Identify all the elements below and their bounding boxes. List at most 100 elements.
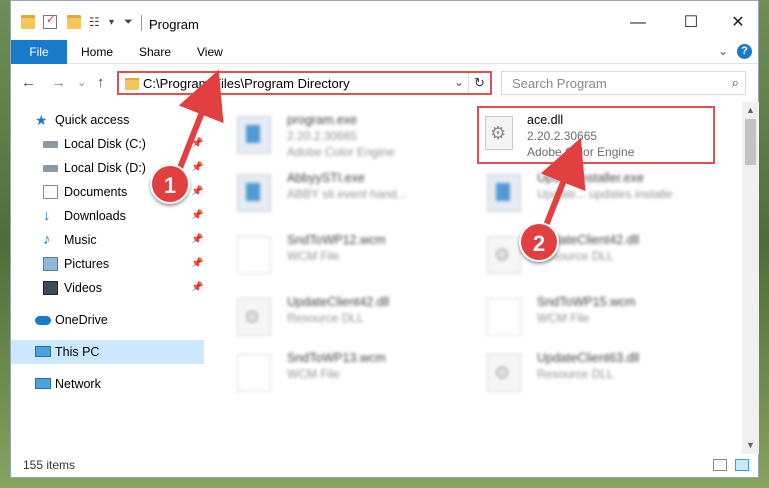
dll-gear-icon: ⚙ bbox=[237, 298, 271, 336]
file-name: AbbyySTI.exe bbox=[287, 171, 365, 185]
sidebar-item-label: Videos bbox=[64, 281, 102, 295]
sidebar-item-network[interactable]: Network bbox=[11, 372, 204, 396]
vertical-scrollbar[interactable]: ▲ ▼ bbox=[742, 102, 759, 454]
sidebar-item-videos[interactable]: Videos 📌 bbox=[11, 276, 204, 300]
sidebar-item-pictures[interactable]: Pictures 📌 bbox=[11, 252, 204, 276]
file-description: Adobe Color Engine bbox=[287, 145, 395, 159]
tab-home[interactable]: Home bbox=[81, 40, 113, 64]
help-icon[interactable]: ? bbox=[737, 44, 752, 59]
scroll-down-icon[interactable]: ▼ bbox=[742, 437, 759, 454]
file-item-ace-dll[interactable]: ⚙ ace.dll 2.20.2.30665 Adobe Color Engin… bbox=[477, 106, 715, 164]
pin-icon[interactable]: 📌 bbox=[191, 180, 203, 204]
sidebar-item-local-disk-c[interactable]: Local Disk (C:) 📌 bbox=[11, 132, 204, 156]
sidebar-item-downloads[interactable]: ↓ Downloads 📌 bbox=[11, 204, 204, 228]
file-name: SndToWP12.wcm bbox=[287, 233, 386, 247]
tab-view[interactable]: View bbox=[197, 40, 223, 64]
close-button[interactable]: ✕ bbox=[723, 11, 753, 35]
folder-icon bbox=[125, 78, 139, 90]
file-item[interactable]: SndToWP13.wcm WCM File bbox=[227, 344, 462, 400]
sidebar-item-label: Music bbox=[64, 233, 97, 247]
ribbon-tabs: File Home Share View ⌄ ? bbox=[11, 40, 758, 64]
chevron-down-icon[interactable]: ▾ bbox=[109, 17, 123, 31]
file-name: SndToWP13.wcm bbox=[287, 351, 386, 365]
forward-button[interactable]: → bbox=[51, 74, 66, 91]
status-bar: 155 items bbox=[11, 454, 758, 478]
up-button[interactable]: ↑ bbox=[97, 74, 105, 91]
file-name: SndToWP15.wcm bbox=[537, 295, 636, 309]
step-2-badge: 2 bbox=[519, 222, 559, 262]
sidebar-item-music[interactable]: ♪ Music 📌 bbox=[11, 228, 204, 252]
file-description: ABBY sti event hand... bbox=[287, 187, 407, 201]
sidebar-item-label: Local Disk (C:) bbox=[64, 137, 146, 151]
sidebar-item-label: OneDrive bbox=[55, 313, 108, 327]
address-dropdown-icon[interactable]: ⌄ bbox=[454, 75, 464, 89]
document-icon bbox=[237, 354, 271, 392]
dll-gear-icon: ⚙ bbox=[485, 116, 513, 150]
back-button[interactable]: ← bbox=[21, 74, 36, 91]
cloud-icon bbox=[35, 316, 51, 325]
computer-icon bbox=[35, 346, 51, 357]
maximize-button[interactable]: ☐ bbox=[676, 11, 706, 35]
details-view-icon[interactable] bbox=[713, 459, 727, 471]
pin-icon[interactable]: 📌 bbox=[191, 228, 203, 252]
expand-ribbon-icon[interactable]: ⌄ bbox=[718, 44, 728, 58]
file-name: UpdateInstaller.exe bbox=[537, 171, 645, 185]
file-type: Resource DLL bbox=[287, 311, 364, 325]
file-description: Adobe Color Engine bbox=[527, 145, 635, 159]
videos-icon bbox=[43, 281, 58, 295]
file-type: WCM File bbox=[287, 367, 340, 381]
file-item[interactable]: program.exe 2.20.2.30665 Adobe Color Eng… bbox=[227, 106, 462, 162]
title-separator bbox=[141, 15, 142, 31]
window-title: Program bbox=[149, 17, 199, 32]
file-type: WCM File bbox=[287, 249, 340, 263]
file-description: Update... updates installe bbox=[537, 187, 673, 201]
drive-icon bbox=[43, 165, 58, 172]
program-icon bbox=[237, 116, 271, 154]
sidebar-item-label: This PC bbox=[55, 345, 100, 359]
address-bar[interactable]: C:\Program Files\Program Directory ⌄ ↻ bbox=[117, 71, 492, 95]
document-icon bbox=[237, 236, 271, 274]
file-item[interactable]: SndToWP12.wcm WCM File bbox=[227, 226, 462, 282]
exe-icon bbox=[237, 174, 271, 212]
dll-gear-icon: ⚙ bbox=[487, 236, 521, 274]
pictures-icon bbox=[43, 257, 58, 271]
file-name: ace.dll bbox=[527, 113, 564, 127]
new-folder-icon[interactable] bbox=[67, 15, 81, 29]
file-item[interactable]: ⚙ UpdateClient63.dll Resource DLL bbox=[477, 344, 712, 400]
tab-file[interactable]: File bbox=[11, 40, 67, 64]
pin-icon[interactable]: 📌 bbox=[191, 252, 203, 276]
customize-toolbar-icon[interactable]: ☷ bbox=[89, 15, 103, 29]
properties-icon[interactable]: ✓ bbox=[43, 14, 57, 29]
file-name: UpdateClient63.dll bbox=[537, 351, 640, 365]
title-bar: ✓ ☷ ▾ ⏷ Program — ☐ ✕ bbox=[11, 1, 758, 39]
music-icon: ♪ bbox=[43, 231, 51, 248]
tab-share[interactable]: Share bbox=[139, 40, 171, 64]
file-item[interactable]: SndToWP15.wcm WCM File bbox=[477, 288, 712, 344]
pin-icon[interactable]: 📌 bbox=[191, 204, 203, 228]
search-box[interactable]: Search Program ⌕ bbox=[501, 71, 746, 95]
sidebar-item-this-pc[interactable]: This PC bbox=[11, 340, 204, 364]
file-item[interactable]: AbbyySTI.exe ABBY sti event hand... bbox=[227, 164, 462, 220]
file-name: program.exe bbox=[287, 113, 358, 127]
large-icons-view-icon[interactable] bbox=[735, 459, 749, 471]
sidebar-item-label: Quick access bbox=[55, 113, 130, 127]
sidebar-item-onedrive[interactable]: OneDrive bbox=[11, 308, 204, 332]
file-explorer-window: ✓ ☷ ▾ ⏷ Program — ☐ ✕ File Home Share Vi… bbox=[10, 0, 759, 478]
search-input[interactable]: Search Program bbox=[512, 76, 607, 91]
refresh-button[interactable]: ↻ bbox=[468, 73, 490, 93]
address-path[interactable]: C:\Program Files\Program Directory bbox=[143, 76, 350, 91]
file-item[interactable]: ⚙ UpdateClient42.dll Resource DLL bbox=[227, 288, 462, 344]
drive-icon bbox=[43, 141, 58, 148]
pin-icon[interactable]: 📌 bbox=[191, 156, 203, 180]
pin-icon[interactable]: 📌 bbox=[191, 132, 203, 156]
sidebar-item-quick-access[interactable]: ★ Quick access bbox=[11, 108, 204, 132]
file-item[interactable]: UpdateInstaller.exe Update... updates in… bbox=[477, 164, 712, 220]
quick-access-dropdown-icon[interactable]: ⏷ bbox=[124, 16, 138, 30]
recent-locations-button[interactable]: ⌄ bbox=[77, 76, 86, 89]
sidebar-item-label: Network bbox=[55, 377, 101, 391]
pin-icon[interactable]: 📌 bbox=[191, 276, 203, 300]
scroll-thumb[interactable] bbox=[745, 119, 756, 165]
minimize-button[interactable]: — bbox=[623, 11, 653, 35]
file-item[interactable]: ⚙ UpdateClient42.dll Resource DLL bbox=[477, 226, 712, 282]
scroll-up-icon[interactable]: ▲ bbox=[742, 102, 759, 119]
